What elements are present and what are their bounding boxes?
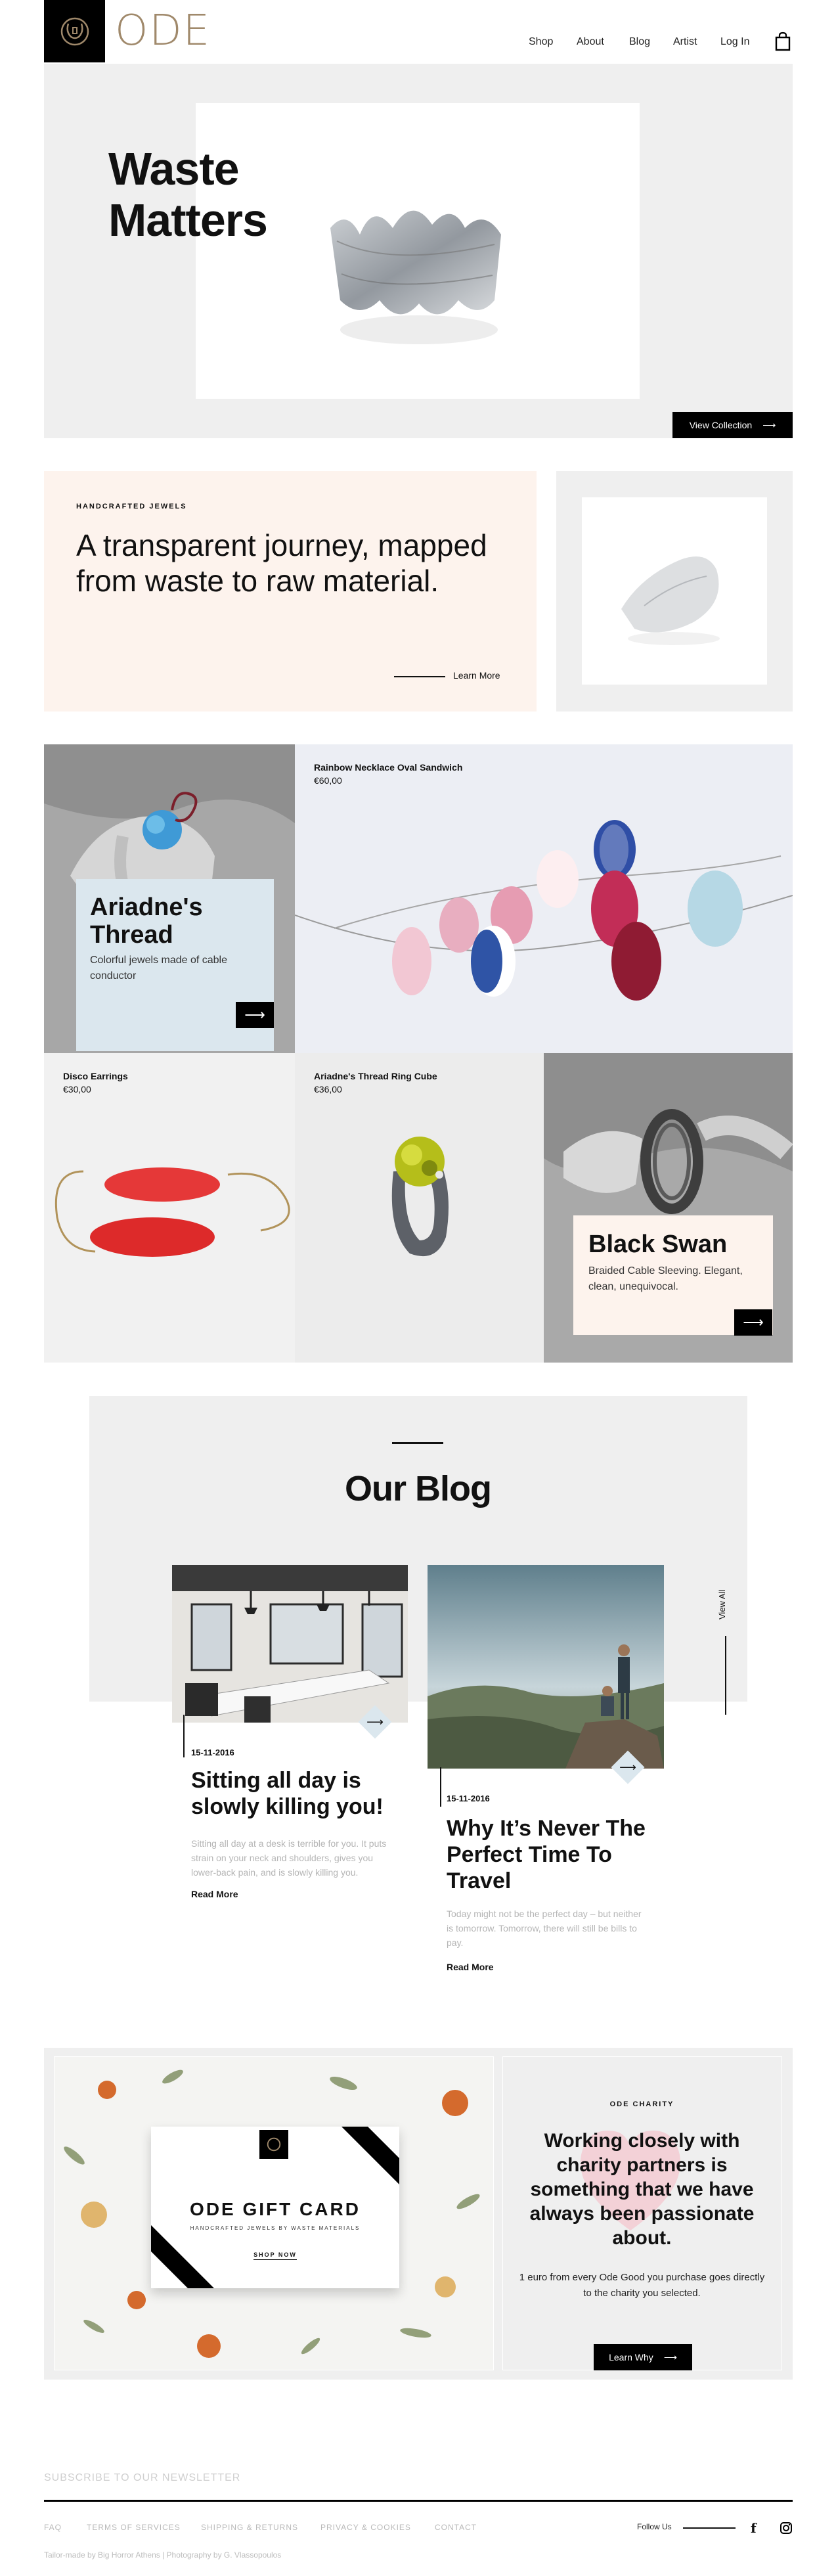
post-2-date: 15-11-2016 [447, 1794, 490, 1803]
footer-divider [44, 2500, 793, 2502]
gift-card[interactable]: ODE GIFT CARD HANDCRAFTED JEWELS BY WAST… [151, 2127, 399, 2288]
post-2-read-more[interactable]: Read More [447, 1962, 494, 1972]
post-1-read-more[interactable]: Read More [191, 1889, 238, 1899]
nav-about[interactable]: About [577, 36, 604, 48]
ariadne-arrow-button[interactable]: ⟶ [236, 1002, 274, 1028]
rainbow-necklace-photo [295, 744, 793, 1053]
ariadne-subtitle: Colorful jewels made of cable conductor [90, 955, 227, 982]
black-swan-title: Black Swan [588, 1231, 728, 1258]
post-2-excerpt: Today might not be the perfect day – but… [447, 1909, 642, 1948]
instagram-icon[interactable] [780, 2521, 793, 2535]
black-swan-arrow-button[interactable]: ⟶ [734, 1309, 772, 1336]
logo-emblem-icon [267, 2137, 281, 2152]
ring-cube-price: €36,00 [314, 1084, 342, 1095]
arrow-right-icon[interactable]: ⟶ [616, 1755, 640, 1779]
rainbow-necklace-price: €60,00 [314, 775, 342, 786]
hero-title-line2: Matters [108, 194, 268, 246]
charity-title: Working closely with charity partners is… [529, 2130, 755, 2249]
post-1-excerpt: Sitting all day at a desk is terrible fo… [191, 1838, 387, 1878]
hero-title-line1: Waste [108, 143, 240, 194]
logo-mark[interactable] [44, 0, 105, 62]
footer-link-privacy[interactable]: PRIVACY & COOKIES [320, 2523, 411, 2532]
journey-learn-more-link[interactable]: Learn More [453, 670, 500, 681]
footer-link-terms[interactable]: TERMS OF SERVICES [87, 2523, 181, 2532]
arrow-right-icon[interactable]: ⟶ [363, 1710, 387, 1734]
post-1-date: 15-11-2016 [191, 1748, 234, 1757]
rainbow-necklace-tile[interactable] [295, 744, 793, 1053]
nav-login[interactable]: Log In [720, 36, 749, 48]
facebook-icon[interactable]: f [751, 2520, 757, 2536]
follow-us-line [683, 2527, 736, 2529]
post-1-image[interactable] [172, 1565, 408, 1723]
learn-why-button[interactable]: Learn Why ⟶ [594, 2344, 692, 2370]
black-swan-subtitle: Braided Cable Sleeving. Elegant, clean, … [588, 1265, 743, 1292]
arrow-right-icon: ⟶ [743, 1314, 764, 1330]
footer-link-shipping[interactable]: SHIPPING & RETURNS [201, 2523, 298, 2532]
footer-link-faq[interactable]: FAQ [44, 2523, 62, 2532]
rainbow-necklace-name[interactable]: Rainbow Necklace Oval Sandwich [314, 762, 462, 773]
mesh-piece-image [621, 556, 720, 645]
footer-link-contact[interactable]: CONTACT [435, 2523, 477, 2532]
post-2-title[interactable]: Why It’s Never The Perfect Time To Trave… [447, 1815, 650, 1894]
ariadne-title: Ariadne's Thread [90, 893, 203, 949]
gift-card-logo [259, 2130, 288, 2159]
view-all-line [725, 1636, 726, 1715]
blog-title: Our Blog [345, 1469, 492, 1508]
disco-earrings-tile[interactable] [44, 1053, 295, 1363]
post-2-image[interactable] [428, 1565, 664, 1769]
learn-why-label: Learn Why [609, 2352, 653, 2362]
logo-emblem-icon [60, 17, 89, 45]
post-2-accent-line [440, 1767, 441, 1807]
journey-eyebrow: HANDCRAFTED JEWELS [76, 503, 187, 510]
view-all-link[interactable]: View All [717, 1590, 727, 1619]
gift-card-shop-now[interactable]: SHOP NOW [151, 2251, 399, 2260]
journey-title: A transparent journey, mapped from waste… [76, 528, 487, 598]
gift-card-shop-now-label: SHOP NOW [253, 2251, 297, 2260]
arrow-right-icon: ⟶ [663, 2351, 677, 2362]
disco-earrings-price: €30,00 [63, 1084, 91, 1095]
view-collection-button[interactable]: View Collection ⟶ [672, 412, 793, 438]
disco-earrings-photo [44, 1053, 295, 1363]
office-photo [172, 1565, 408, 1723]
nav-artist[interactable]: Artist [673, 36, 697, 48]
follow-us-label: Follow Us [637, 2522, 672, 2531]
gift-card-title: ODE GIFT CARD [190, 2199, 361, 2219]
arrow-right-icon: ⟶ [762, 419, 776, 430]
travel-photo [428, 1565, 664, 1769]
shopping-bag-icon[interactable] [775, 32, 791, 51]
nav-shop[interactable]: Shop [529, 36, 553, 48]
gift-card-subtitle: HANDCRAFTED JEWELS BY WASTE MATERIALS [190, 2225, 361, 2231]
view-all-label: View All [717, 1589, 727, 1619]
learn-more-line [394, 676, 445, 677]
ring-cube-photo [295, 1053, 544, 1363]
disco-earrings-name[interactable]: Disco Earrings [63, 1071, 128, 1081]
arrow-right-icon: ⟶ [244, 1006, 265, 1023]
hero-title: Waste Matters [108, 143, 268, 246]
charity-eyebrow: ODE CHARITY [609, 2100, 674, 2108]
post-1-accent-line [183, 1715, 185, 1757]
blog-title-rule [392, 1442, 443, 1444]
logo-wordmark[interactable]: ODE [115, 8, 211, 54]
charity-text: 1 euro from every Ode Good you purchase … [519, 2272, 765, 2299]
journey-image [582, 497, 767, 685]
newsletter-heading[interactable]: SUBSCRIBE TO OUR NEWSLETTER [44, 2472, 240, 2484]
post-1-title[interactable]: Sitting all day is slowly killing you! [191, 1767, 401, 1820]
footer-credits: Tailor-made by Big Horror Athens | Photo… [44, 2550, 282, 2560]
nav-blog[interactable]: Blog [629, 36, 650, 48]
ring-cube-tile[interactable] [295, 1053, 544, 1363]
view-collection-label: View Collection [689, 420, 753, 430]
ring-cube-name[interactable]: Ariadne's Thread Ring Cube [314, 1071, 437, 1081]
